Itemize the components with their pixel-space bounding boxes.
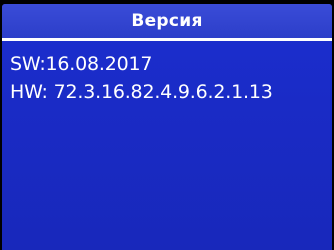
display-screen: Версия SW:16.08.2017 HW: 72.3.16.82.4.9.… [2, 4, 332, 250]
title-bar: Версия [2, 4, 332, 41]
version-info: SW:16.08.2017 HW: 72.3.16.82.4.9.6.2.1.1… [10, 50, 326, 106]
software-version: SW:16.08.2017 [10, 53, 153, 75]
screen-title: Версия [131, 11, 203, 31]
hardware-version: HW: 72.3.16.82.4.9.6.2.1.13 [10, 81, 273, 103]
